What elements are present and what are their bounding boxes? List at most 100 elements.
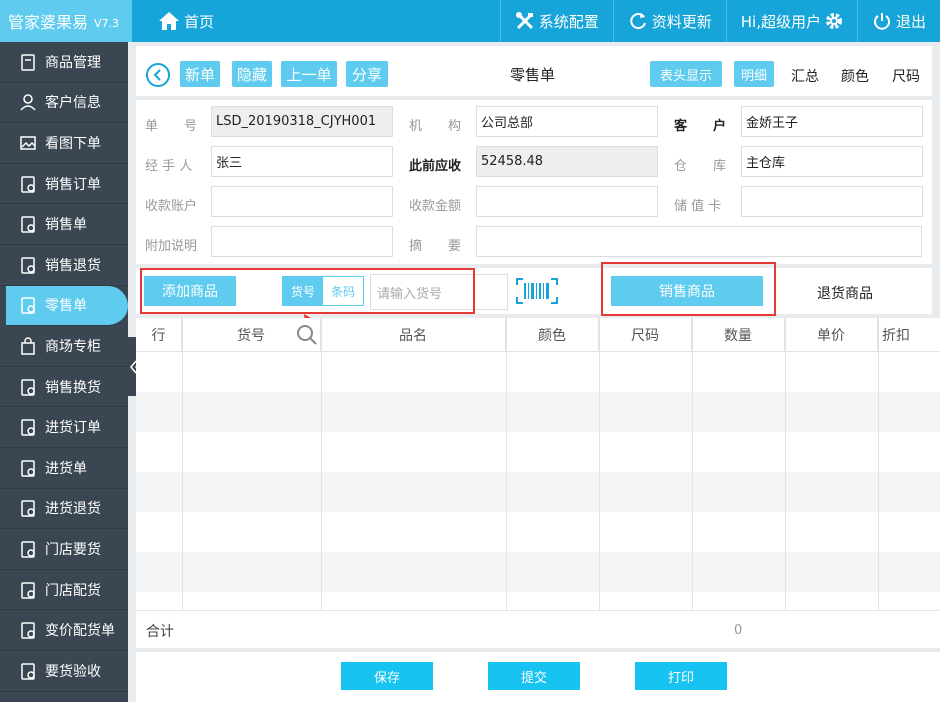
org-field[interactable]: 公司总部 bbox=[476, 106, 658, 137]
share-button[interactable]: 分享 bbox=[346, 61, 388, 87]
color-tab[interactable]: 颜色 bbox=[841, 66, 869, 86]
print-button[interactable]: 打印 bbox=[635, 662, 727, 690]
detail-tab[interactable]: 明细 bbox=[734, 61, 774, 87]
price-change-icon bbox=[18, 620, 38, 640]
sidebar: 商品管理 客户信息 看图下单 销售订单 销售单 销售退货 零售单 商场专柜 销售换货 进货订单 进货… bbox=[0, 42, 128, 702]
inspect-icon bbox=[18, 661, 38, 681]
settings-button[interactable]: 系统配置 bbox=[499, 0, 613, 42]
sidebar-item-11[interactable]: 进货退货 bbox=[0, 489, 128, 530]
bill-no-label: 单 号 bbox=[145, 119, 198, 134]
handler-field[interactable]: 张三 bbox=[211, 146, 393, 177]
sidebar-item-14[interactable]: 变价配货单 bbox=[0, 610, 128, 651]
logout-label: 退出 bbox=[895, 12, 926, 31]
col-header-color: 颜色 bbox=[506, 318, 599, 352]
sidebar-item-label: 客户信息 bbox=[45, 95, 101, 112]
table-row[interactable] bbox=[136, 512, 940, 552]
barcode-scan-icon[interactable] bbox=[516, 278, 558, 304]
sidebar-item-7[interactable]: 商场专柜 bbox=[0, 326, 128, 367]
product-table: 行 货号 品名 颜色 尺码 数量 单价 折扣 bbox=[136, 318, 940, 610]
col-header-discount: 折扣 bbox=[882, 328, 910, 344]
table-row[interactable] bbox=[136, 552, 940, 592]
summary-label: 摘 要 bbox=[409, 239, 462, 254]
app-brand: 管家婆果易 V7.3 bbox=[0, 0, 132, 42]
summary-tab[interactable]: 汇总 bbox=[791, 66, 819, 86]
warehouse-label: 仓 库 bbox=[674, 159, 727, 174]
summary-field[interactable] bbox=[476, 226, 922, 257]
sidebar-item-10[interactable]: 进货单 bbox=[0, 448, 128, 489]
highlight-box-sale bbox=[601, 262, 776, 316]
new-bill-button[interactable]: 新单 bbox=[180, 61, 220, 87]
back-button[interactable] bbox=[146, 63, 170, 87]
highlight-box-add bbox=[140, 268, 475, 314]
return-products-tab[interactable]: 退货商品 bbox=[817, 283, 873, 303]
header-display-button[interactable]: 表头显示 bbox=[650, 61, 722, 87]
account-field[interactable] bbox=[211, 186, 393, 217]
sidebar-item-6[interactable]: 零售单 bbox=[6, 285, 128, 327]
table-row[interactable] bbox=[136, 432, 940, 472]
user-label: Hi,超级用户 bbox=[740, 12, 821, 31]
prev-receivable-label: 此前应收 bbox=[409, 159, 462, 174]
purchase-icon bbox=[18, 458, 38, 478]
column-divider bbox=[182, 318, 183, 610]
submit-button[interactable]: 提交 bbox=[488, 662, 580, 690]
prev-bill-button[interactable]: 上一单 bbox=[281, 61, 337, 87]
col-header-size: 尺码 bbox=[599, 318, 692, 352]
table-row[interactable] bbox=[136, 392, 940, 432]
sidebar-item-8[interactable]: 销售换货 bbox=[0, 367, 128, 408]
update-button[interactable]: 资料更新 bbox=[612, 0, 726, 42]
column-divider bbox=[878, 318, 879, 610]
col-header-price: 单价 bbox=[785, 318, 878, 352]
refresh-icon bbox=[630, 13, 646, 30]
note-field[interactable] bbox=[211, 226, 393, 257]
size-tab[interactable]: 尺码 bbox=[892, 66, 920, 86]
store-icon bbox=[18, 539, 38, 559]
column-divider bbox=[321, 318, 322, 610]
stored-card-field[interactable] bbox=[741, 186, 923, 217]
purchase-order-icon bbox=[18, 417, 38, 437]
hide-button[interactable]: 隐藏 bbox=[232, 61, 272, 87]
sidebar-item-5[interactable]: 销售退货 bbox=[0, 245, 128, 286]
distribute-icon bbox=[18, 580, 38, 600]
sidebar-item-0[interactable]: 商品管理 bbox=[0, 42, 128, 83]
sidebar-item-15[interactable]: 要货验收 bbox=[0, 651, 128, 692]
image-icon bbox=[18, 133, 38, 153]
sidebar-item-label: 要货验收 bbox=[45, 663, 101, 680]
search-icon[interactable] bbox=[296, 324, 318, 346]
sidebar-item-12[interactable]: 门店要货 bbox=[0, 529, 128, 570]
sidebar-item-label: 门店配货 bbox=[45, 582, 101, 599]
power-icon bbox=[874, 13, 890, 30]
sidebar-item-3[interactable]: 销售订单 bbox=[0, 164, 128, 205]
sidebar-item-13[interactable]: 门店配货 bbox=[0, 570, 128, 611]
sidebar-item-1[interactable]: 客户信息 bbox=[0, 83, 128, 124]
table-row[interactable] bbox=[136, 472, 940, 512]
sidebar-item-2[interactable]: 看图下单 bbox=[0, 123, 128, 164]
table-row[interactable] bbox=[136, 592, 940, 610]
return-icon bbox=[18, 255, 38, 275]
table-row[interactable] bbox=[136, 352, 940, 392]
home-button[interactable]: 首页 bbox=[158, 0, 214, 42]
bag-icon bbox=[18, 336, 38, 356]
bill-header-form: 单 号 LSD_20190318_CJYH001 机 构 公司总部 客 户 金娇… bbox=[136, 100, 932, 264]
order-icon bbox=[18, 174, 38, 194]
col-header-qty: 数量 bbox=[692, 318, 785, 352]
save-button[interactable]: 保存 bbox=[341, 662, 433, 690]
retail-icon bbox=[18, 295, 38, 315]
logout-button[interactable]: 退出 bbox=[856, 0, 940, 42]
prev-receivable-field: 52458.48 bbox=[476, 146, 658, 177]
sidebar-item-9[interactable]: 进货订单 bbox=[0, 407, 128, 448]
sidebar-item-label: 商品管理 bbox=[45, 54, 101, 71]
sidebar-item-label: 零售单 bbox=[45, 298, 87, 315]
chevron-left-icon bbox=[153, 69, 161, 81]
amount-label: 收款金额 bbox=[409, 199, 462, 214]
customer-field[interactable]: 金娇王子 bbox=[741, 106, 923, 137]
update-label: 资料更新 bbox=[651, 12, 712, 31]
handler-label: 经 手 人 bbox=[145, 159, 193, 174]
warehouse-field[interactable]: 主仓库 bbox=[741, 146, 923, 177]
exchange-icon bbox=[18, 377, 38, 397]
sidebar-item-4[interactable]: 销售单 bbox=[0, 204, 128, 245]
sidebar-item-label: 商场专柜 bbox=[45, 338, 101, 355]
user-menu[interactable]: Hi,超级用户 bbox=[725, 0, 857, 42]
column-divider bbox=[692, 318, 693, 610]
note-label: 附加说明 bbox=[145, 239, 198, 254]
amount-field[interactable] bbox=[476, 186, 658, 217]
